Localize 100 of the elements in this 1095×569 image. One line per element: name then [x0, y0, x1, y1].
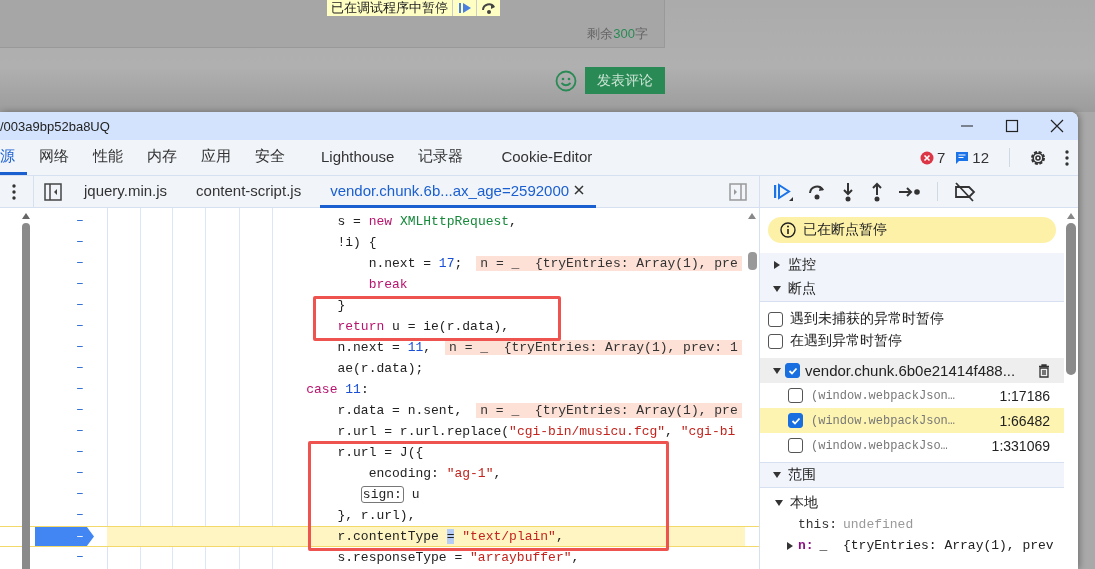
scroll-up-icon[interactable] [1066, 212, 1076, 220]
scope-group-title: 本地 [790, 494, 818, 512]
status-text: 已在断点暂停 [803, 221, 887, 239]
close-icon[interactable] [574, 185, 585, 195]
sidebar-toggle-icon[interactable] [44, 182, 62, 201]
breakpoint-file-name: vendor.chunk.6b0e21414f488... [805, 362, 1017, 379]
panel-tab[interactable]: Cookie-Editor [489, 140, 605, 175]
line-number[interactable]: – [76, 507, 84, 522]
close-icon[interactable] [1050, 119, 1064, 133]
scrollbar-thumb[interactable] [747, 252, 757, 270]
step-into-icon[interactable] [840, 181, 856, 202]
caret-icon [772, 470, 782, 480]
breakpoint-code: (window.webpackJso… [811, 438, 949, 453]
panel-tab[interactable]: Lighthouse [309, 140, 407, 175]
code-text: ; [454, 256, 463, 271]
message-count[interactable]: 12 [955, 140, 989, 175]
checkbox[interactable] [788, 388, 803, 403]
checkbox[interactable] [788, 413, 803, 428]
scroll-up-icon[interactable] [747, 212, 757, 220]
paused-label: 已在调试程序中暂停 [330, 0, 449, 16]
line-number[interactable]: – [76, 381, 84, 396]
sidebar-toggle-icon[interactable] [729, 182, 747, 201]
line-number[interactable]: – [76, 234, 84, 249]
file-tab[interactable]: content-script.js [186, 175, 312, 208]
code-text: , [493, 466, 502, 481]
code-keyword: case [306, 382, 338, 397]
code-number: 17 [438, 256, 455, 271]
option-label: 遇到未捕获的异常时暂停 [790, 310, 944, 328]
more-options-icon[interactable] [11, 182, 17, 201]
line-number[interactable]: – [76, 402, 84, 417]
inline-label: sign: [360, 486, 404, 503]
panel-tab[interactable]: 网络 [27, 140, 81, 175]
inline-value: n = _ {tryEntries: Array(1), pre [476, 403, 742, 418]
line-number[interactable]: – [76, 255, 84, 270]
line-number[interactable]: – [76, 297, 84, 312]
section-header[interactable]: 监控 [760, 253, 1064, 277]
panel-tab[interactable]: 应用 [189, 140, 243, 175]
code-keyword: return [337, 319, 385, 334]
expand-arrow-icon[interactable] [774, 498, 784, 508]
code-text: !i) { [337, 235, 377, 250]
more-options-icon[interactable] [1064, 148, 1070, 167]
breakpoint-item[interactable]: (window.webpackJson… 1:66482 [760, 408, 1064, 433]
maximize-icon[interactable] [1005, 119, 1019, 133]
scrollbar-thumb[interactable] [1066, 223, 1076, 375]
code-text: s.responseType = [337, 550, 464, 565]
checkbox[interactable] [785, 363, 800, 378]
trash-icon[interactable] [1038, 363, 1050, 378]
line-number[interactable]: – [76, 213, 84, 228]
code-text: r.url = J({ [337, 445, 424, 460]
scroll-up-icon[interactable] [21, 212, 31, 220]
option-label: 在遇到异常时暂停 [790, 332, 902, 350]
expand-arrow-icon[interactable] [772, 365, 782, 376]
submit-comment-button[interactable]: 发表评论 [585, 67, 665, 94]
file-tab[interactable]: vendor.chunk.6b...ax_age=2592000 [320, 175, 597, 208]
breakpoint-code: (window.webpackJson… [811, 388, 957, 403]
line-number[interactable]: – [76, 318, 84, 333]
expand-arrow-icon[interactable] [786, 540, 794, 551]
deactivate-breakpoints-icon[interactable] [953, 181, 977, 202]
code-text: , [665, 424, 674, 439]
panel-tab[interactable]: 记录器 [406, 140, 476, 175]
comment-box[interactable]: 已在调试程序中暂停 剩余300字 [0, 0, 665, 48]
line-number[interactable]: – [76, 339, 84, 354]
code-text: s = [337, 214, 362, 229]
code-text: r.url = r.url.replace( [337, 424, 510, 439]
scrollbar-thumb[interactable] [22, 223, 30, 569]
error-count[interactable]: 7 [919, 140, 946, 175]
section-header[interactable]: 断点 [760, 277, 1064, 302]
resume-icon[interactable] [772, 181, 794, 202]
line-number[interactable]: – [76, 486, 84, 501]
line-number[interactable]: – [76, 465, 84, 480]
breakpoint-marker[interactable]: – [35, 527, 94, 546]
variable-value: undefined [843, 517, 914, 532]
checkbox[interactable] [768, 333, 783, 349]
breakpoint-code: (window.webpackJson… [811, 413, 957, 428]
code-text: : [360, 382, 369, 397]
code-text: , [555, 529, 564, 544]
code-text: n.next = [368, 256, 433, 271]
line-number[interactable]: – [76, 423, 84, 438]
line-number[interactable]: – [76, 276, 84, 291]
section-header[interactable]: 范围 [760, 462, 1064, 488]
code-string: "ag-1" [446, 466, 494, 481]
panel-tab[interactable]: 安全 [243, 140, 297, 175]
panel-tab[interactable]: 内存 [135, 140, 189, 175]
breakpoint-item[interactable]: (window.webpackJso… 1:331069 [760, 433, 1064, 458]
code-text: u = ie(r.data), [392, 319, 510, 334]
file-tab[interactable]: jquery.min.js [74, 175, 178, 208]
cursor-selection: = [446, 529, 455, 544]
breakpoint-item[interactable]: (window.webpackJson… 1:17186 [760, 383, 1064, 408]
panel-tab[interactable]: 性能 [81, 140, 135, 175]
code-text: } [337, 298, 346, 313]
line-number[interactable]: – [76, 444, 84, 459]
resume-icon [457, 2, 472, 14]
code-string: "cgi-bi [680, 424, 736, 439]
breakpoint-location: 1:331069 [991, 437, 1050, 454]
line-number[interactable]: – [76, 360, 84, 375]
code-number: 11 [407, 340, 424, 355]
checkbox[interactable] [768, 311, 783, 327]
checkbox[interactable] [788, 438, 803, 453]
code-text: r.data = n.sent, [337, 403, 463, 418]
line-number[interactable]: – [76, 549, 84, 564]
